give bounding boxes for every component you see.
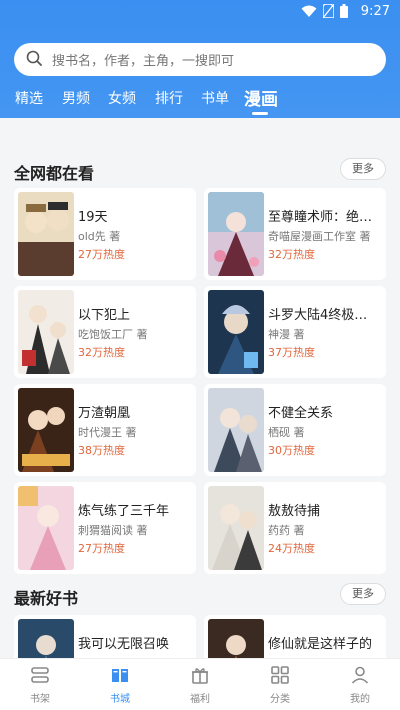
- tab-booklist[interactable]: 书单: [201, 88, 229, 108]
- book-author: 刺猬猫阅读 著: [78, 524, 148, 537]
- book-heat: 27万热度: [78, 542, 125, 555]
- book-card[interactable]: 我可以无限召唤: [14, 615, 196, 658]
- book-card[interactable]: 敖敖待捕 药药 著 24万热度: [204, 482, 386, 574]
- book-cover: [208, 619, 264, 658]
- no-sim-icon: [323, 4, 334, 18]
- main-content: 全网都在看 更多 19天 old先 著 27万热度 至尊瞳术师：绝世大小姐 奇喵…: [0, 118, 400, 658]
- tab-comics[interactable]: 漫画: [244, 85, 278, 110]
- book-card[interactable]: 万渣朝凰 时代漫王 著 38万热度: [14, 384, 196, 476]
- book-heat: 27万热度: [78, 248, 125, 261]
- nav-bookstore[interactable]: 书城: [80, 659, 160, 710]
- book-author: 吃饱饭工厂 著: [78, 328, 148, 341]
- header: 9:27 搜书名，作者，主角，一搜即可 精选 男频 女频 排行 书单 漫画: [0, 0, 400, 118]
- book-cover: [208, 486, 264, 570]
- book-title: 万渣朝凰: [78, 406, 131, 421]
- book-heat: 37万热度: [268, 346, 315, 359]
- book-author: 药药 著: [268, 524, 305, 537]
- book-title: 修仙就是这样子的: [268, 637, 373, 652]
- book-card[interactable]: 19天 old先 著 27万热度: [14, 188, 196, 280]
- profile-icon: [350, 665, 370, 685]
- nav-profile[interactable]: 我的: [320, 659, 400, 710]
- book-cover: [18, 290, 74, 374]
- search-placeholder: 搜书名，作者，主角，一搜即可: [52, 54, 235, 69]
- bookstore-icon: [110, 665, 130, 685]
- book-author: 奇喵屋漫画工作室 著: [268, 230, 371, 243]
- book-author: 栖砚 著: [268, 426, 305, 439]
- book-title: 斗罗大陆4终极斗罗: [268, 308, 380, 323]
- book-title: 以下犯上: [78, 308, 131, 323]
- book-author: 神漫 著: [268, 328, 305, 341]
- section-title-hot: 全网都在看: [14, 164, 95, 183]
- book-heat: 24万热度: [268, 542, 315, 555]
- book-heat: 32万热度: [268, 248, 315, 261]
- book-title: 敖敖待捕: [268, 504, 321, 519]
- category-tabs: 精选 男频 女频 排行 书单 漫画: [0, 88, 400, 112]
- book-cover: [18, 486, 74, 570]
- nav-label: 书城: [110, 694, 130, 705]
- tab-indicator: [252, 112, 268, 115]
- status-bar: 9:27: [0, 0, 400, 26]
- nav-welfare[interactable]: 福利: [160, 659, 240, 710]
- status-time: 9:27: [360, 4, 390, 19]
- nav-category[interactable]: 分类: [240, 659, 320, 710]
- more-button-hot[interactable]: 更多: [340, 158, 386, 180]
- book-title: 炼气练了三千年: [78, 504, 170, 519]
- book-card[interactable]: 修仙就是这样子的: [204, 615, 386, 658]
- book-heat: 38万热度: [78, 444, 125, 457]
- book-card[interactable]: 以下犯上 吃饱饭工厂 著 32万热度: [14, 286, 196, 378]
- book-cover: [208, 290, 264, 374]
- book-card[interactable]: 斗罗大陆4终极斗罗 神漫 著 37万热度: [204, 286, 386, 378]
- book-title: 19天: [78, 210, 108, 225]
- book-cover: [18, 192, 74, 276]
- search-bar[interactable]: 搜书名，作者，主角，一搜即可: [14, 43, 386, 76]
- book-author: old先 著: [78, 230, 121, 243]
- nav-label: 我的: [350, 694, 370, 705]
- nav-label: 分类: [270, 694, 290, 705]
- book-heat: 30万热度: [268, 444, 315, 457]
- gift-icon: [190, 665, 210, 685]
- tab-male[interactable]: 男频: [62, 88, 90, 108]
- book-cover: [208, 388, 264, 472]
- bookshelf-icon: [30, 665, 50, 685]
- nav-label: 书架: [30, 694, 50, 705]
- book-heat: 32万热度: [78, 346, 125, 359]
- wifi-icon: [301, 5, 317, 18]
- book-cover: [18, 619, 74, 658]
- book-card[interactable]: 炼气练了三千年 刺猬猫阅读 著 27万热度: [14, 482, 196, 574]
- more-button-new[interactable]: 更多: [340, 583, 386, 605]
- book-cover: [208, 192, 264, 276]
- category-grid-icon: [270, 665, 290, 685]
- book-title: 至尊瞳术师：绝世大小姐: [268, 210, 380, 225]
- book-title: 不健全关系: [268, 406, 334, 421]
- tab-female[interactable]: 女频: [108, 88, 136, 108]
- book-card[interactable]: 不健全关系 栖砚 著 30万热度: [204, 384, 386, 476]
- tab-featured[interactable]: 精选: [15, 88, 43, 108]
- nav-bookshelf[interactable]: 书架: [0, 659, 80, 710]
- book-title: 我可以无限召唤: [78, 637, 170, 652]
- bottom-nav: 书架 书城 福利 分类 我的: [0, 658, 400, 710]
- battery-icon: [340, 4, 348, 18]
- book-card[interactable]: 至尊瞳术师：绝世大小姐 奇喵屋漫画工作室 著 32万热度: [204, 188, 386, 280]
- book-author: 时代漫王 著: [78, 426, 137, 439]
- book-cover: [18, 388, 74, 472]
- search-icon: [26, 50, 42, 70]
- tab-ranking[interactable]: 排行: [155, 88, 183, 108]
- section-title-new: 最新好书: [14, 589, 79, 608]
- nav-label: 福利: [190, 694, 210, 705]
